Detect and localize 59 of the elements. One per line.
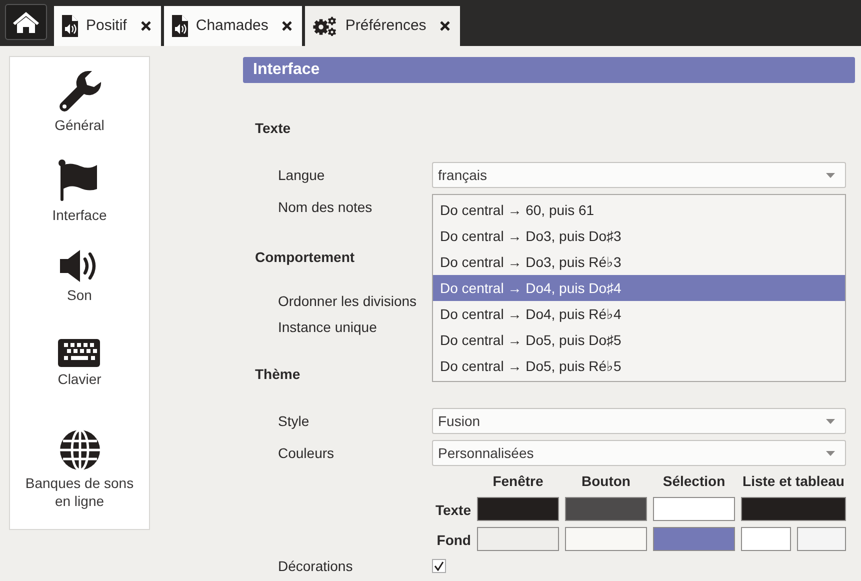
globe-icon xyxy=(58,429,100,471)
color-swatch[interactable] xyxy=(477,497,559,521)
dropdown-field[interactable]: français xyxy=(432,162,846,188)
sidebar-item[interactable]: Interface xyxy=(52,159,107,249)
sidebar-item[interactable]: Banques de sons en ligne xyxy=(17,429,142,519)
field-label: Langue xyxy=(277,166,326,185)
column-header: Bouton xyxy=(580,472,632,491)
wrench-icon xyxy=(58,69,102,113)
close-icon[interactable] xyxy=(440,21,450,31)
column-header: Liste et tableau xyxy=(742,472,846,491)
field-label: Ordonner les divisions xyxy=(277,292,418,310)
color-swatch[interactable] xyxy=(741,497,846,521)
field-label: Style xyxy=(277,412,310,431)
gears-icon xyxy=(313,16,338,36)
dropdown-arrow-icon xyxy=(826,418,835,424)
document-sound-icon xyxy=(172,15,188,37)
section-title: Texte xyxy=(255,119,291,138)
color-swatch[interactable] xyxy=(796,527,846,551)
color-swatch[interactable] xyxy=(565,527,647,551)
color-swatch[interactable] xyxy=(653,497,735,521)
field-label: Décorations xyxy=(277,556,354,576)
section-header: Interface xyxy=(243,57,855,83)
color-swatch[interactable] xyxy=(741,527,790,551)
home-icon xyxy=(13,11,39,33)
dropdown-option[interactable]: Do central → 60, puis 61 xyxy=(433,197,845,223)
tab[interactable]: Positif xyxy=(54,6,161,46)
row-label: Fond xyxy=(436,531,471,550)
column-header: Sélection xyxy=(662,472,726,491)
tab[interactable]: Chamades xyxy=(164,6,302,46)
dropdown-option[interactable]: Do central → Do3, puis Ré♭3 xyxy=(433,249,845,275)
color-swatch[interactable] xyxy=(565,497,647,521)
dropdown-option[interactable]: Do central → Do5, puis Do♯5 xyxy=(433,327,845,353)
dropdown-arrow-icon xyxy=(826,450,835,456)
field-label: Instance unique xyxy=(277,318,378,337)
close-icon[interactable] xyxy=(282,21,292,31)
dropdown-arrow-icon xyxy=(826,172,835,178)
dropdown-option[interactable]: Do central → Do4, puis Ré♭4 xyxy=(433,301,845,327)
sidebar-item[interactable]: Général xyxy=(54,69,104,159)
field-label: Couleurs xyxy=(277,444,336,462)
sidebar-item[interactable]: Son xyxy=(60,249,100,339)
dropdown-option[interactable]: Do central → Do4, puis Do♯4 xyxy=(433,275,845,301)
checkbox[interactable] xyxy=(432,559,446,573)
tab[interactable]: Préférences xyxy=(305,6,460,46)
dropdown-option[interactable]: Do central → Do3, puis Do♯3 xyxy=(433,223,845,249)
section-title: Comportement xyxy=(255,248,355,267)
color-swatch[interactable] xyxy=(653,527,735,551)
home-button[interactable] xyxy=(5,4,47,40)
close-icon[interactable] xyxy=(140,21,151,31)
document-sound-icon xyxy=(62,15,78,37)
dropdown-option[interactable]: Do central → Do5, puis Ré♭5 xyxy=(433,353,845,379)
field-label: Nom des notes xyxy=(277,198,374,216)
column-header: Fenêtre xyxy=(492,472,544,491)
section-title: Thème xyxy=(255,365,300,384)
dropdown-field[interactable]: Personnalisées xyxy=(432,440,846,466)
sidebar-item[interactable]: Clavier xyxy=(58,339,102,429)
row-label: Texte xyxy=(434,501,471,520)
color-swatch[interactable] xyxy=(477,527,559,551)
dropdown-field[interactable]: Fusion xyxy=(432,408,846,434)
keyboard-icon xyxy=(58,339,100,367)
